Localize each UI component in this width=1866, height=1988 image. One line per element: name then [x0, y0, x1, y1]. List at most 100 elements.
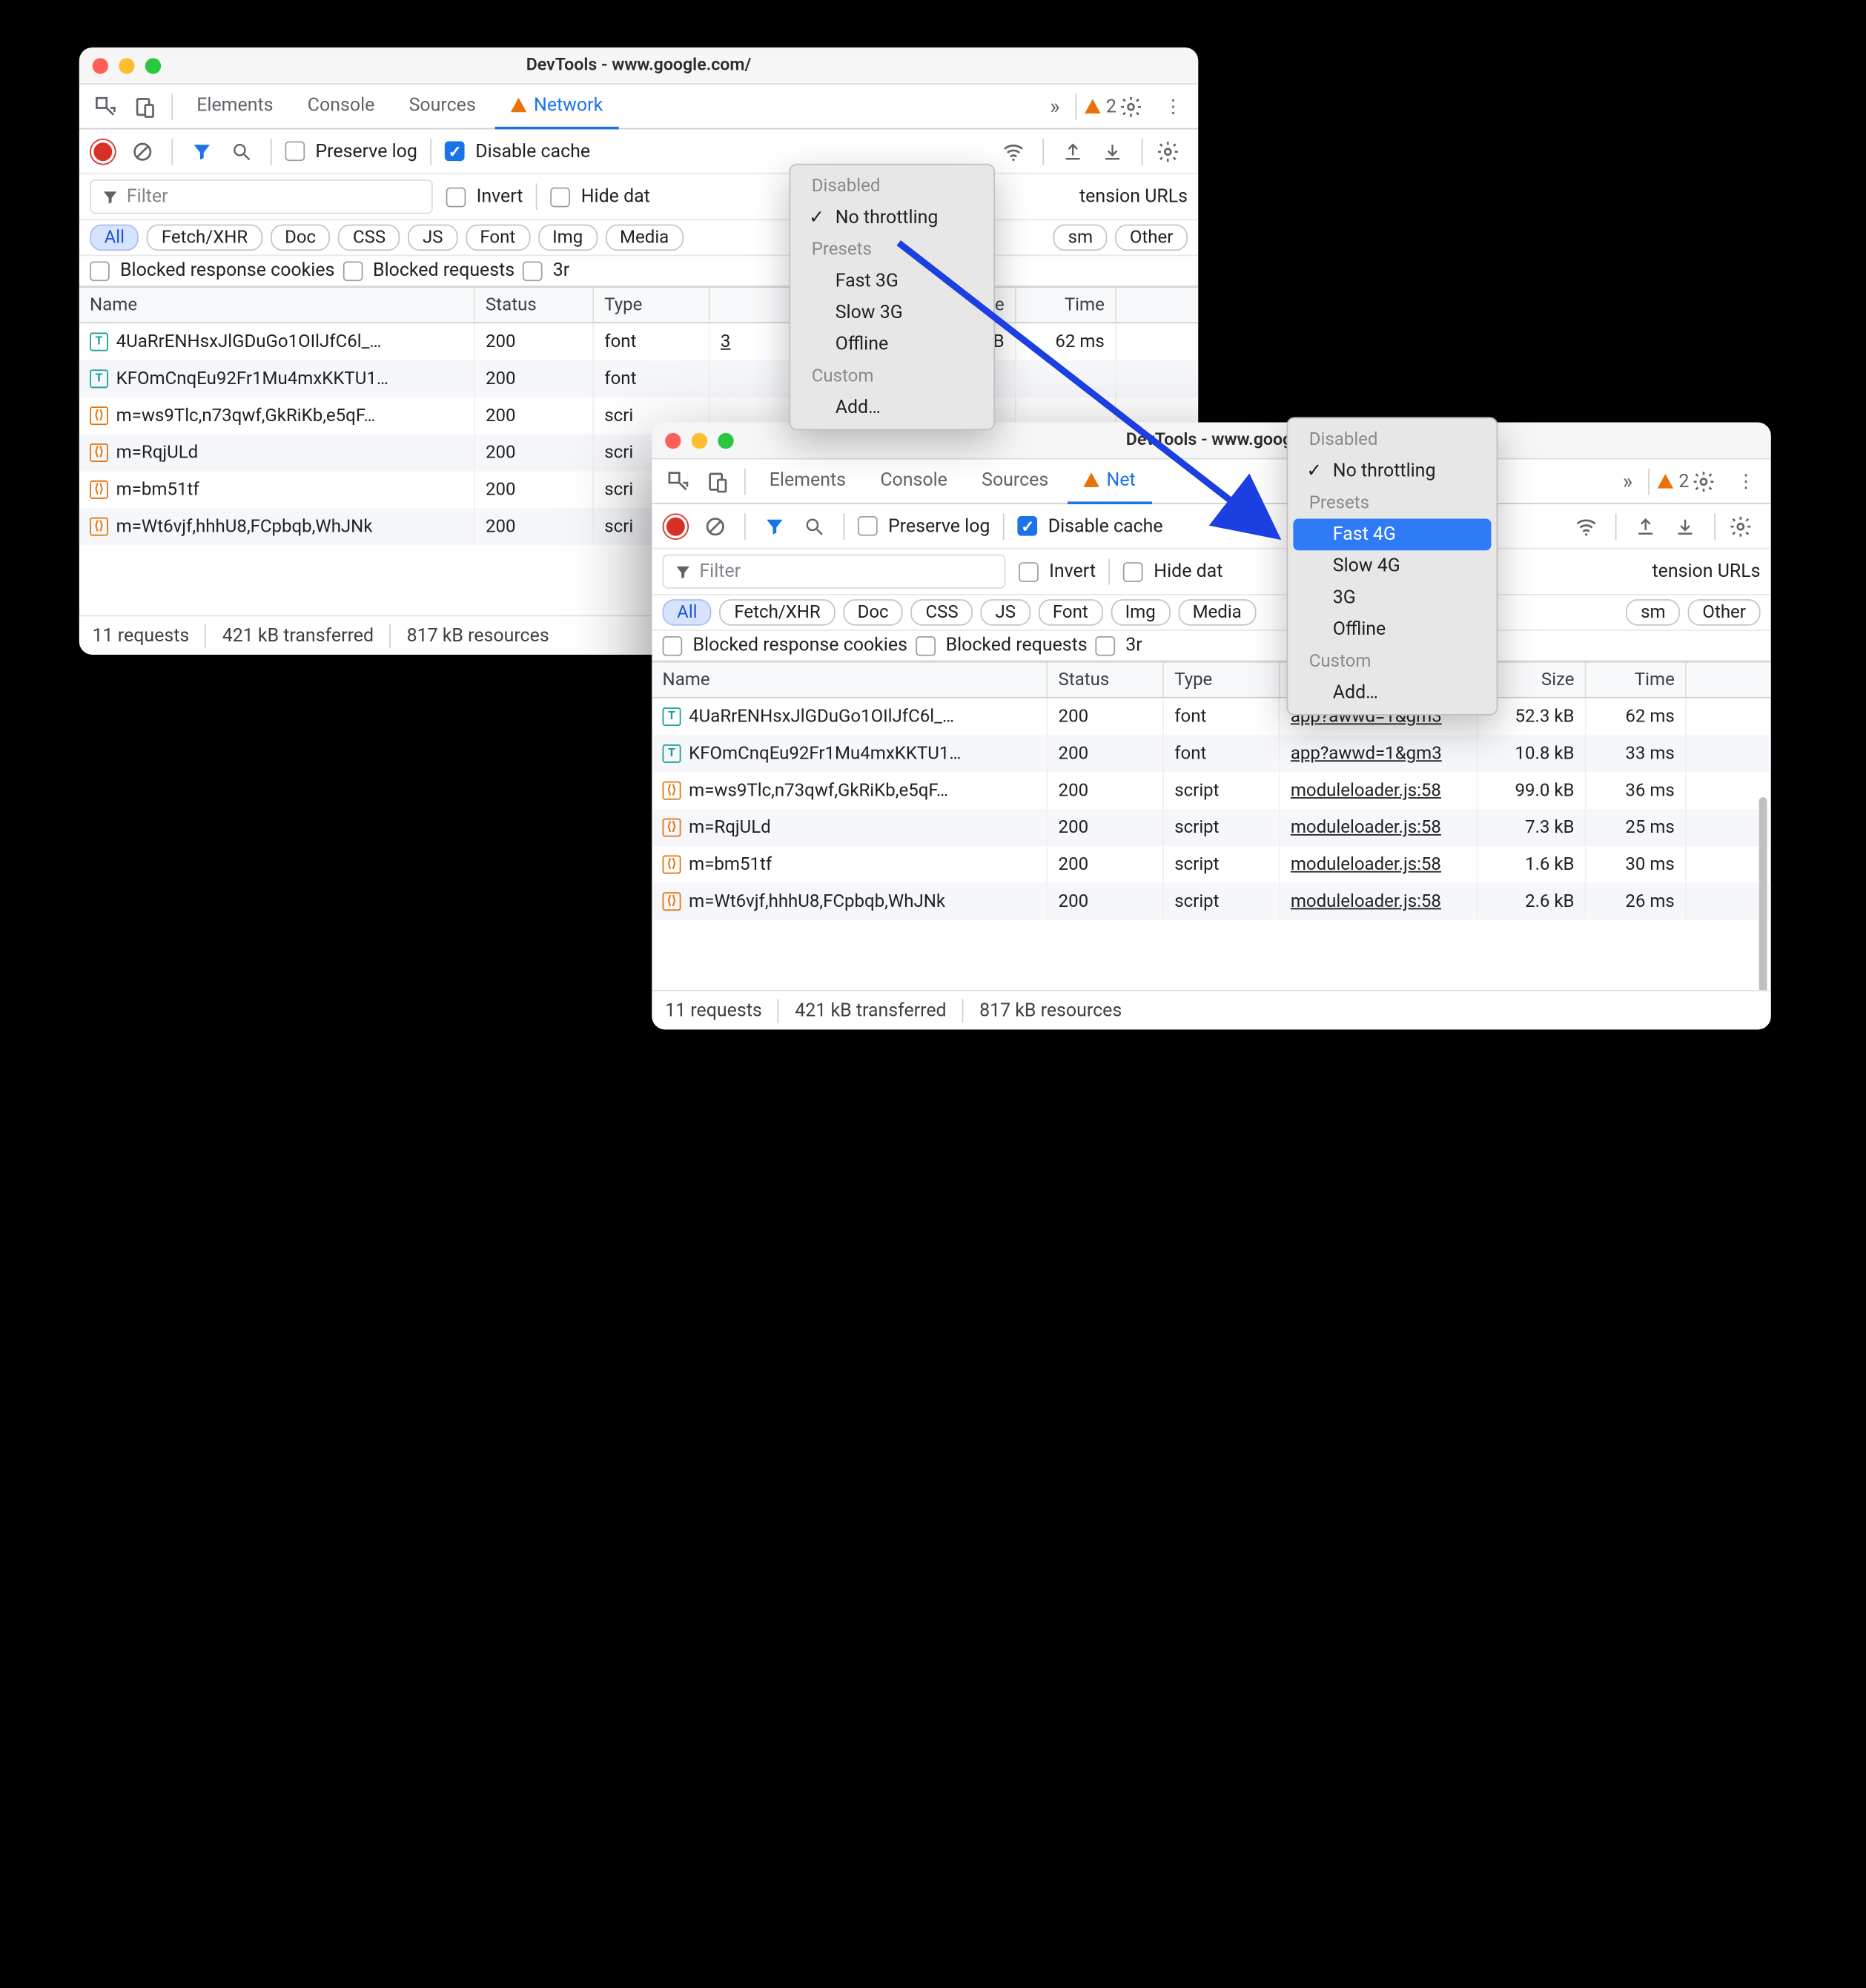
tab-elements[interactable]: Elements [753, 459, 861, 503]
col-type[interactable]: Type [1164, 663, 1280, 697]
settings-icon[interactable] [1119, 94, 1153, 118]
table-row[interactable]: ⟨⟩m=Wt6vjf,hhhU8,FCpbqb,WhJNk200scriptmo… [652, 883, 1770, 920]
preserve-log-toggle[interactable]: Preserve log [858, 515, 990, 536]
minimize-icon[interactable] [692, 432, 707, 448]
menu-item-add[interactable]: Add… [795, 392, 988, 424]
throttling-menu-old[interactable]: Disabled ✓No throttling Presets Fast 3G … [789, 164, 995, 431]
tab-elements[interactable]: Elements [181, 85, 289, 128]
menu-item-add[interactable]: Add… [1293, 677, 1491, 709]
chip-media[interactable]: Media [1178, 599, 1256, 626]
scrollbar[interactable] [1759, 797, 1767, 995]
clear-button[interactable] [699, 510, 731, 542]
table-row[interactable]: TKFOmCnqEu92Fr1Mu4mxKKTU1…200font [79, 360, 1198, 397]
third-party-toggle[interactable]: 3r [1095, 635, 1142, 655]
col-status[interactable]: Status [475, 288, 594, 322]
tab-sources[interactable]: Sources [393, 85, 492, 128]
titlebar[interactable]: DevTools - www.google.com/ [79, 47, 1198, 85]
chip-fetchxhr[interactable]: Fetch/XHR [720, 599, 836, 626]
chip-img[interactable]: Img [1111, 599, 1170, 626]
blocked-cookies-toggle[interactable]: Blocked response cookies [663, 635, 907, 655]
col-name[interactable]: Name [79, 288, 475, 322]
chip-other[interactable]: Other [1688, 599, 1761, 626]
menu-item-slow-4g[interactable]: Slow 4G [1293, 550, 1491, 582]
throttling-menu-new[interactable]: Disabled ✓No throttling Presets Fast 4G … [1287, 417, 1498, 715]
chip-doc[interactable]: Doc [270, 225, 330, 251]
menu-item-offline[interactable]: Offline [1293, 614, 1491, 646]
clear-button[interactable] [127, 135, 159, 167]
close-icon[interactable] [93, 57, 108, 73]
tab-network[interactable]: Network [494, 84, 619, 129]
wifi-icon[interactable] [998, 135, 1030, 167]
inspect-icon[interactable] [87, 87, 124, 125]
tab-sources[interactable]: Sources [966, 459, 1065, 503]
menu-item-fast-3g[interactable]: Fast 3G [795, 265, 988, 297]
col-status[interactable]: Status [1048, 663, 1164, 697]
maximize-icon[interactable] [145, 57, 161, 73]
col-time[interactable]: Time [1587, 663, 1687, 697]
menu-item-3g[interactable]: 3G [1293, 582, 1491, 614]
hide-data-urls-toggle[interactable]: Hide dat [551, 186, 650, 207]
more-menu-icon[interactable]: ⋮ [1156, 96, 1190, 116]
device-toggle-icon[interactable] [699, 463, 736, 500]
chip-fetchxhr[interactable]: Fetch/XHR [147, 225, 262, 251]
row-initiator[interactable]: moduleloader.js:58 [1280, 772, 1478, 809]
chip-sm[interactable]: sm [1627, 599, 1681, 626]
table-row[interactable]: ⟨⟩m=ws9Tlc,n73qwf,GkRiKb,e5qF…200scriptm… [652, 772, 1770, 809]
more-menu-icon[interactable]: ⋮ [1729, 471, 1763, 492]
chip-js[interactable]: JS [981, 599, 1030, 626]
blocked-requests-toggle[interactable]: Blocked requests [916, 635, 1088, 655]
warnings-badge[interactable]: 2 [1085, 96, 1116, 116]
chip-media[interactable]: Media [605, 225, 683, 251]
menu-item-fast-4g[interactable]: Fast 4G [1293, 519, 1491, 551]
network-settings-icon[interactable] [1156, 139, 1190, 163]
menu-item-no-throttling[interactable]: ✓No throttling [795, 202, 988, 234]
tab-network[interactable]: Net [1067, 459, 1151, 504]
menu-item-slow-3g[interactable]: Slow 3G [795, 297, 988, 329]
filter-input[interactable]: Filter [663, 555, 1006, 589]
search-icon[interactable] [225, 135, 257, 167]
minimize-icon[interactable] [119, 57, 134, 73]
chip-all[interactable]: All [663, 599, 712, 626]
row-initiator[interactable]: moduleloader.js:58 [1280, 883, 1478, 920]
tab-console[interactable]: Console [291, 85, 390, 128]
record-button[interactable] [87, 135, 119, 167]
device-toggle-icon[interactable] [127, 87, 164, 125]
chip-css[interactable]: CSS [338, 225, 400, 251]
invert-toggle[interactable]: Invert [1019, 561, 1096, 582]
filter-input[interactable]: Filter [90, 179, 433, 214]
table-row[interactable]: T4UaRrENHsxJlGDuGo1OIlJfC6l_…200fontapp?… [652, 699, 1770, 736]
overflow-tabs-icon[interactable]: » [1615, 469, 1641, 494]
chip-sm[interactable]: sm [1053, 225, 1108, 251]
chip-img[interactable]: Img [538, 225, 598, 251]
table-row[interactable]: ⟨⟩m=bm51tf200scriptmoduleloader.js:581.6… [652, 846, 1770, 883]
menu-item-no-throttling[interactable]: ✓No throttling [1293, 455, 1491, 487]
blocked-cookies-toggle[interactable]: Blocked response cookies [90, 260, 334, 281]
hide-data-urls-toggle[interactable]: Hide dat [1123, 561, 1223, 582]
row-initiator[interactable]: app?awwd=1&gm3 [1280, 735, 1478, 772]
download-icon[interactable] [1096, 135, 1128, 167]
third-party-toggle[interactable]: 3r [523, 260, 569, 281]
chip-font[interactable]: Font [1038, 599, 1102, 626]
table-row[interactable]: T4UaRrENHsxJlGDuGo1OIlJfC6l_…200font352.… [79, 323, 1198, 360]
chip-other[interactable]: Other [1115, 225, 1188, 251]
row-initiator[interactable]: moduleloader.js:58 [1280, 846, 1478, 883]
disable-cache-toggle[interactable]: Disable cache [445, 141, 590, 162]
chip-all[interactable]: All [90, 225, 139, 251]
inspect-icon[interactable] [660, 463, 697, 500]
download-icon[interactable] [1670, 510, 1701, 542]
row-initiator[interactable]: moduleloader.js:58 [1280, 809, 1478, 846]
menu-item-offline[interactable]: Offline [795, 328, 988, 360]
search-icon[interactable] [798, 510, 830, 542]
tab-console[interactable]: Console [864, 459, 963, 503]
table-row[interactable]: ⟨⟩m=RqjULd200scriptmoduleloader.js:587.3… [652, 809, 1770, 846]
warnings-badge[interactable]: 2 [1658, 471, 1689, 492]
chip-css[interactable]: CSS [911, 599, 973, 626]
settings-icon[interactable] [1692, 469, 1726, 493]
wifi-icon[interactable] [1570, 510, 1602, 542]
blocked-requests-toggle[interactable]: Blocked requests [343, 260, 515, 281]
preserve-log-toggle[interactable]: Preserve log [285, 141, 417, 162]
close-icon[interactable] [665, 432, 681, 448]
col-type[interactable]: Type [594, 288, 710, 322]
chip-font[interactable]: Font [466, 225, 530, 251]
upload-icon[interactable] [1630, 510, 1661, 542]
